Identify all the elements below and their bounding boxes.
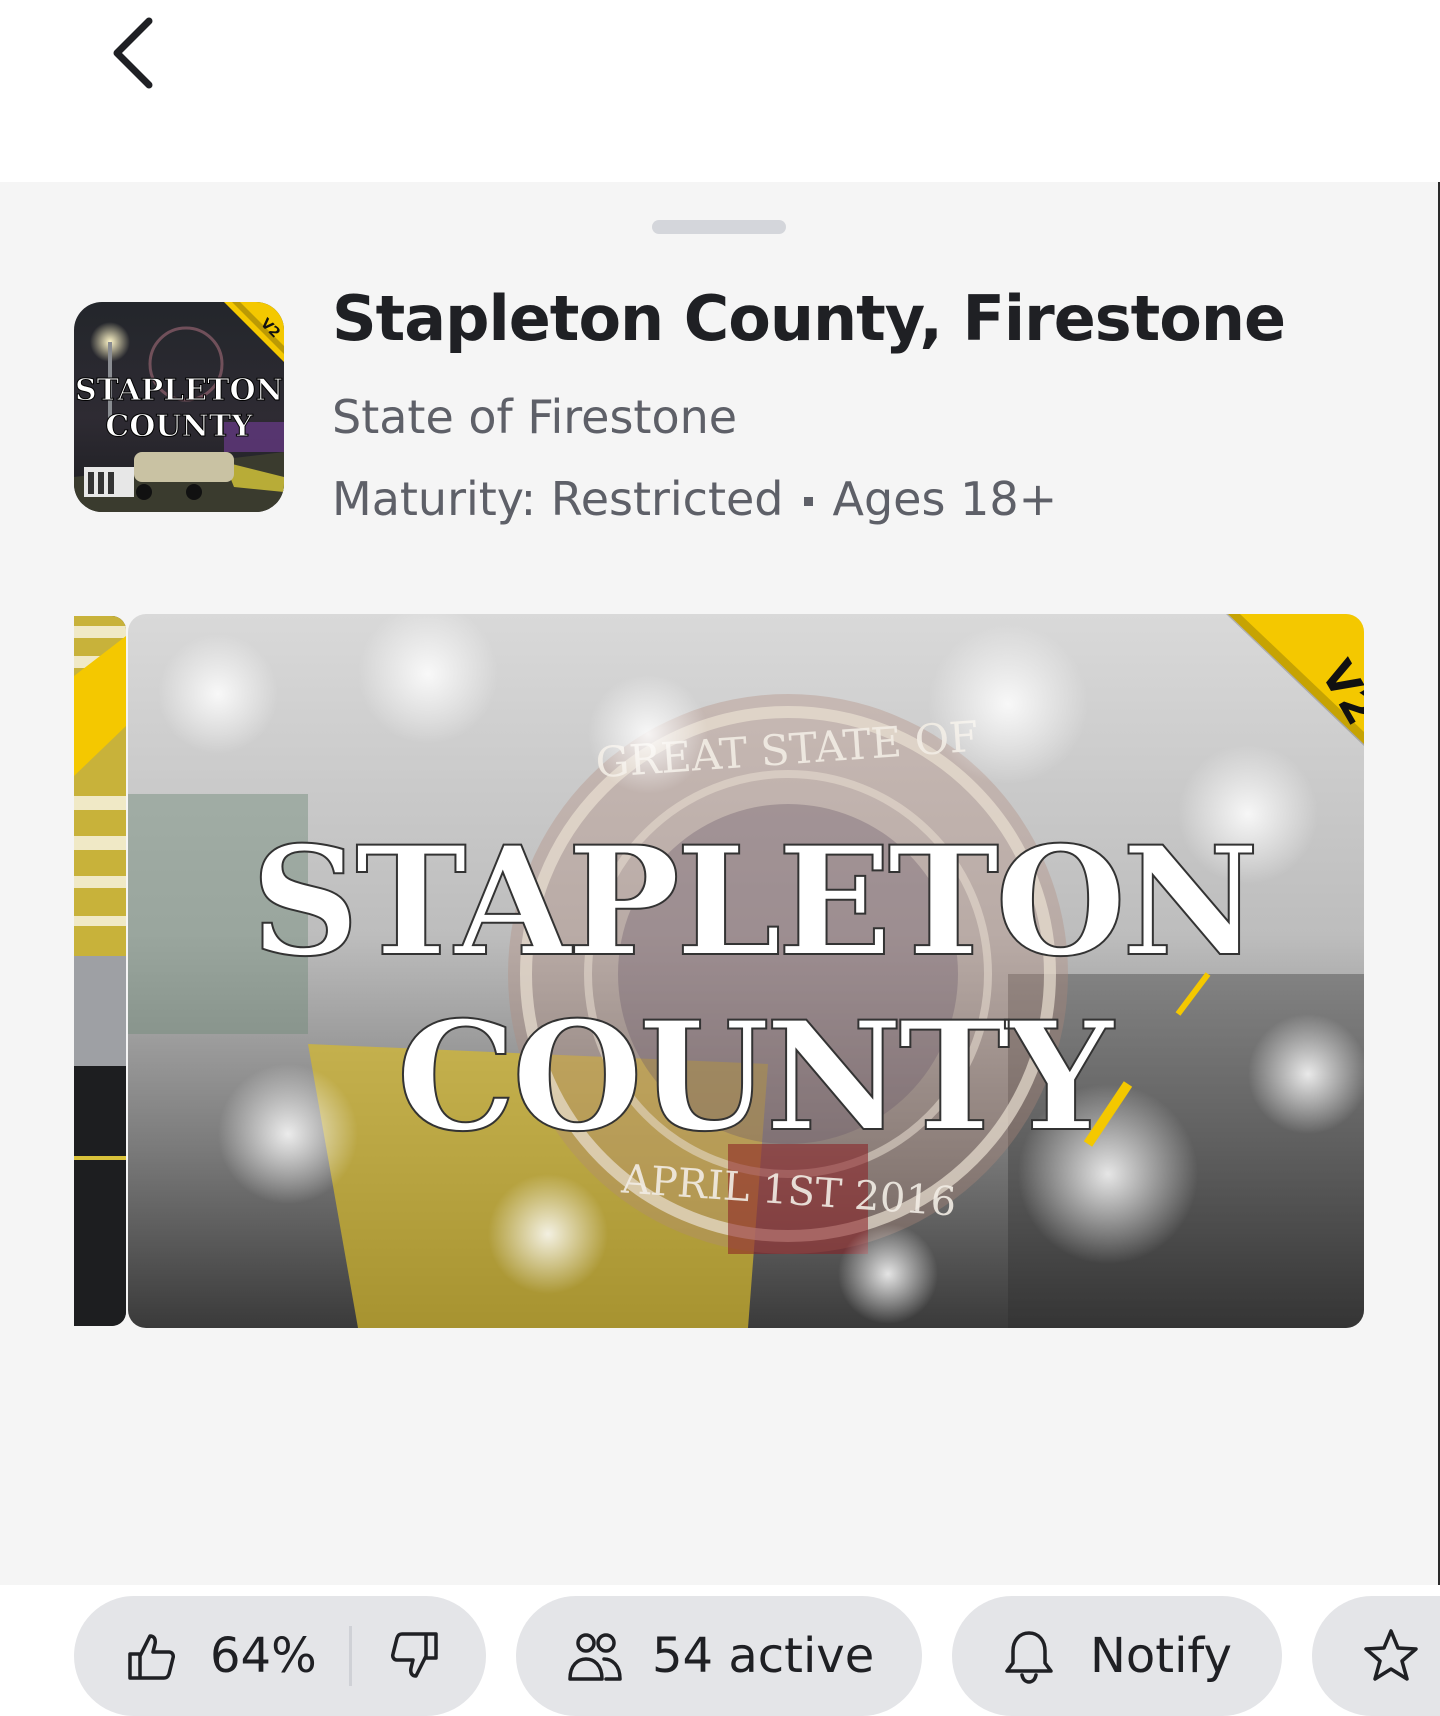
upvote-button[interactable]: 64% bbox=[126, 1628, 317, 1684]
slide-title-line2: COUNTY bbox=[397, 989, 1116, 1165]
rating-percentage: 64% bbox=[210, 1628, 317, 1684]
icon-title-line2: COUNTY bbox=[105, 409, 253, 444]
creator-link[interactable]: State of Firestone bbox=[332, 390, 737, 444]
chevron-left-icon bbox=[113, 17, 153, 89]
maturity-rating: Maturity: Restricted Ages 18+ bbox=[332, 472, 1057, 526]
age-rating: Ages 18+ bbox=[832, 472, 1058, 526]
top-bar bbox=[0, 0, 1440, 182]
screenshot-carousel[interactable]: GREAT STATE OF APRIL 1ST 2016 V2 STAPLET… bbox=[74, 614, 1364, 1710]
users-icon bbox=[568, 1633, 622, 1681]
carousel-slide[interactable]: GREAT STATE OF APRIL 1ST 2016 V2 STAPLET… bbox=[128, 614, 1364, 1328]
notify-label: Notify bbox=[1090, 1628, 1232, 1684]
thumbs-up-icon bbox=[128, 1634, 175, 1680]
sheet-drag-handle[interactable] bbox=[652, 220, 786, 234]
downvote-button[interactable] bbox=[384, 1628, 440, 1684]
star-icon bbox=[1364, 1629, 1418, 1681]
previous-slide-peek[interactable] bbox=[74, 616, 126, 1326]
notify-button[interactable]: Notify bbox=[952, 1596, 1282, 1716]
game-icon: V2 STAPLETON COUNTY bbox=[74, 302, 284, 512]
game-title: Stapleton County, Firestone bbox=[332, 282, 1286, 355]
icon-title-line1: STAPLETON bbox=[75, 373, 283, 408]
vote-divider bbox=[348, 1626, 352, 1686]
active-players-pill[interactable]: 54 active bbox=[516, 1596, 922, 1716]
active-players-count: 54 active bbox=[652, 1628, 875, 1684]
maturity-label: Maturity: Restricted bbox=[332, 472, 784, 526]
favorite-button[interactable] bbox=[1312, 1596, 1440, 1716]
back-button[interactable] bbox=[96, 8, 168, 98]
slide-title-line1: STAPLETON bbox=[251, 814, 1255, 990]
game-details-sheet: V2 STAPLETON COUNTY Stapleton County, Fi… bbox=[0, 182, 1440, 1716]
separator-dot bbox=[803, 496, 813, 506]
thumbs-down-icon bbox=[390, 1632, 438, 1678]
bell-icon bbox=[1005, 1631, 1053, 1684]
vote-pill: 64% bbox=[74, 1596, 486, 1716]
